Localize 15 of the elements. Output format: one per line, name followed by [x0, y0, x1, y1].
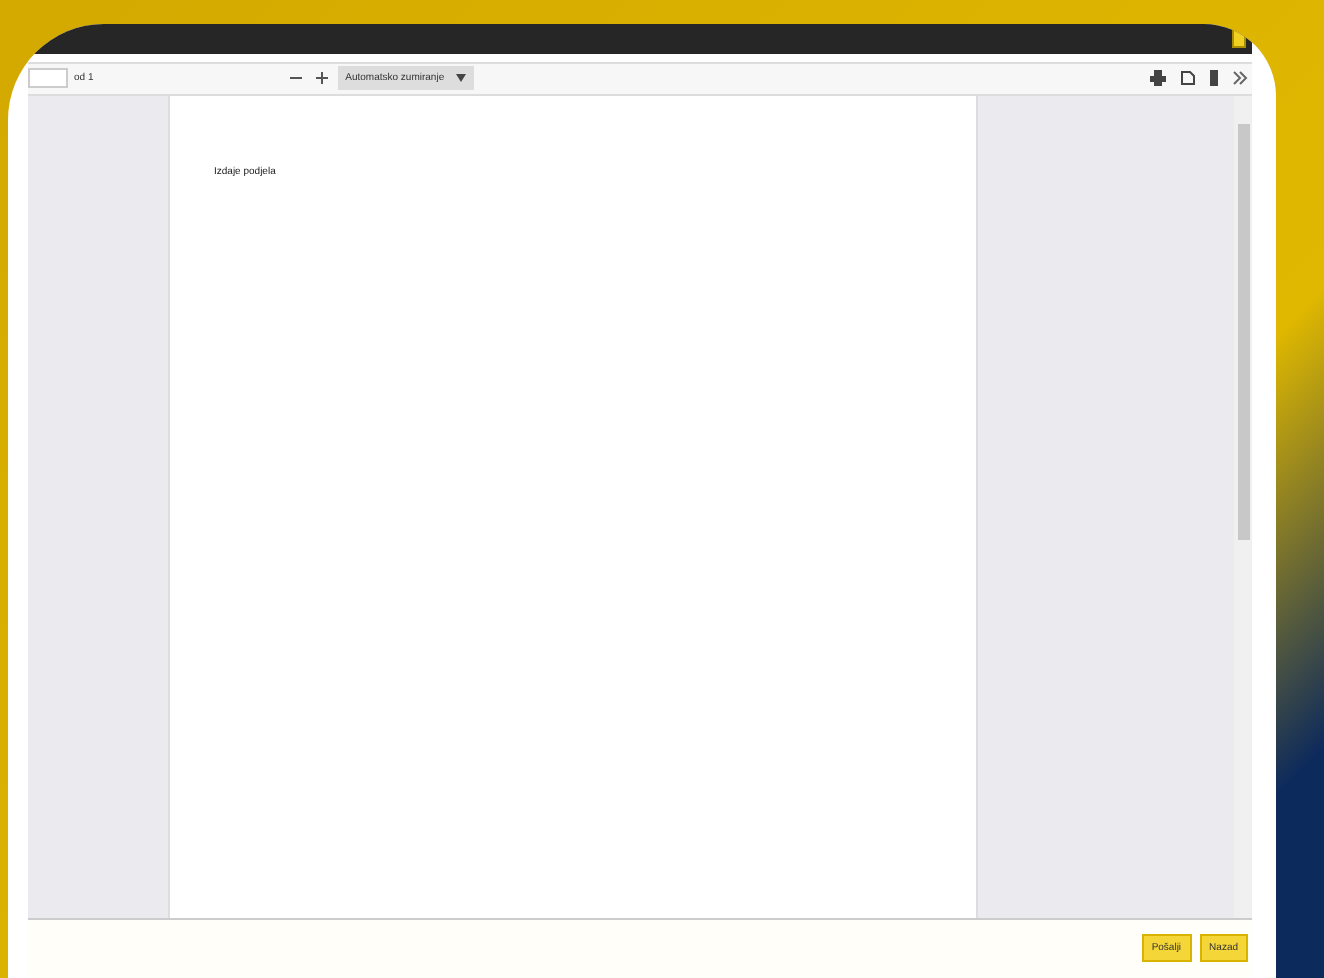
print-button[interactable]	[1146, 70, 1171, 87]
download-button[interactable]	[1206, 70, 1223, 87]
double-chevron-icon	[1232, 70, 1249, 87]
close-button[interactable]	[1232, 28, 1246, 49]
zoom-in-button[interactable]	[311, 72, 332, 85]
scrollbar-thumb[interactable]	[1237, 123, 1249, 539]
open-button[interactable]	[1176, 70, 1201, 87]
document-icon	[1180, 70, 1197, 87]
plus-icon	[315, 72, 328, 85]
more-tools-button[interactable]	[1228, 70, 1253, 87]
zoom-out-button[interactable]	[285, 72, 306, 85]
page-number-field[interactable]	[28, 68, 68, 89]
minus-icon	[289, 72, 302, 85]
caret-icon	[456, 74, 467, 83]
scrollbar[interactable]	[1234, 95, 1252, 917]
